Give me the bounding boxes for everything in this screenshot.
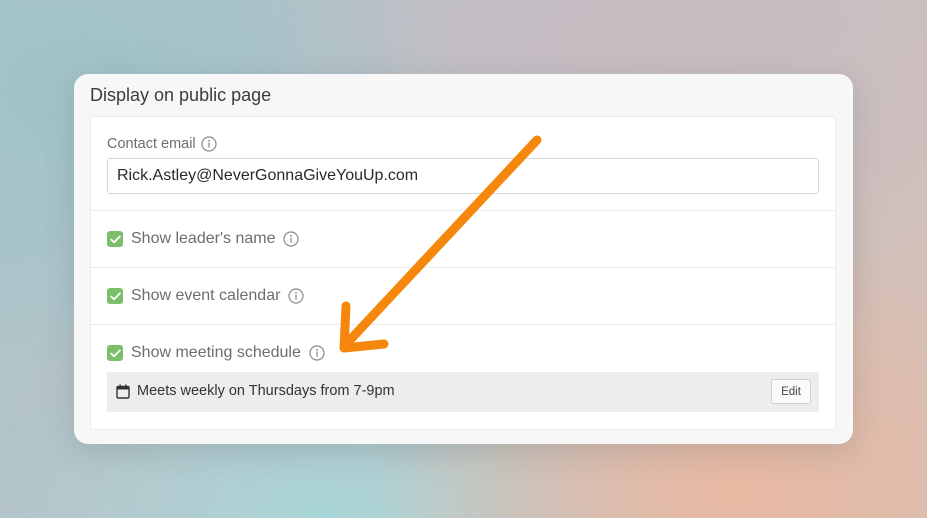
settings-panel: Contact email Show leader's name — [90, 116, 836, 430]
card-title: Display on public page — [90, 85, 272, 105]
option-label: Show leader's name — [131, 230, 276, 247]
checkmark-icon — [109, 235, 121, 243]
checkbox-show-event-calendar[interactable] — [107, 288, 123, 304]
calendar-icon — [116, 384, 130, 399]
option-label: Show event calendar — [131, 287, 281, 304]
option-show-event-calendar[interactable]: Show event calendar — [107, 287, 305, 305]
info-icon[interactable] — [201, 136, 217, 152]
checkmark-icon — [109, 349, 121, 357]
option-label: Show meeting schedule — [131, 344, 301, 361]
info-icon[interactable] — [283, 231, 300, 247]
checkmark-icon — [109, 292, 121, 300]
divider — [91, 267, 835, 268]
meeting-schedule-text: Meets weekly on Thursdays from 7-9pm — [137, 383, 395, 399]
info-icon[interactable] — [288, 288, 305, 304]
edit-schedule-button[interactable]: Edit — [771, 379, 811, 404]
contact-email-input[interactable] — [107, 158, 819, 194]
option-show-meeting-schedule[interactable]: Show meeting schedule — [107, 344, 325, 362]
meeting-schedule-box: Meets weekly on Thursdays from 7-9pm Edi… — [107, 372, 819, 412]
contact-email-label-row: Contact email — [107, 136, 217, 152]
contact-email-label: Contact email — [107, 136, 196, 152]
display-settings-card: Display on public page Contact email Ric… — [74, 74, 853, 444]
info-icon[interactable] — [309, 345, 325, 361]
option-show-leader-name[interactable]: Show leader's name — [107, 230, 300, 248]
checkbox-show-meeting-schedule[interactable] — [107, 345, 123, 361]
contact-email-section: Contact email — [91, 117, 835, 210]
divider — [91, 210, 835, 211]
divider — [91, 324, 835, 325]
checkbox-show-leader-name[interactable] — [107, 231, 123, 247]
